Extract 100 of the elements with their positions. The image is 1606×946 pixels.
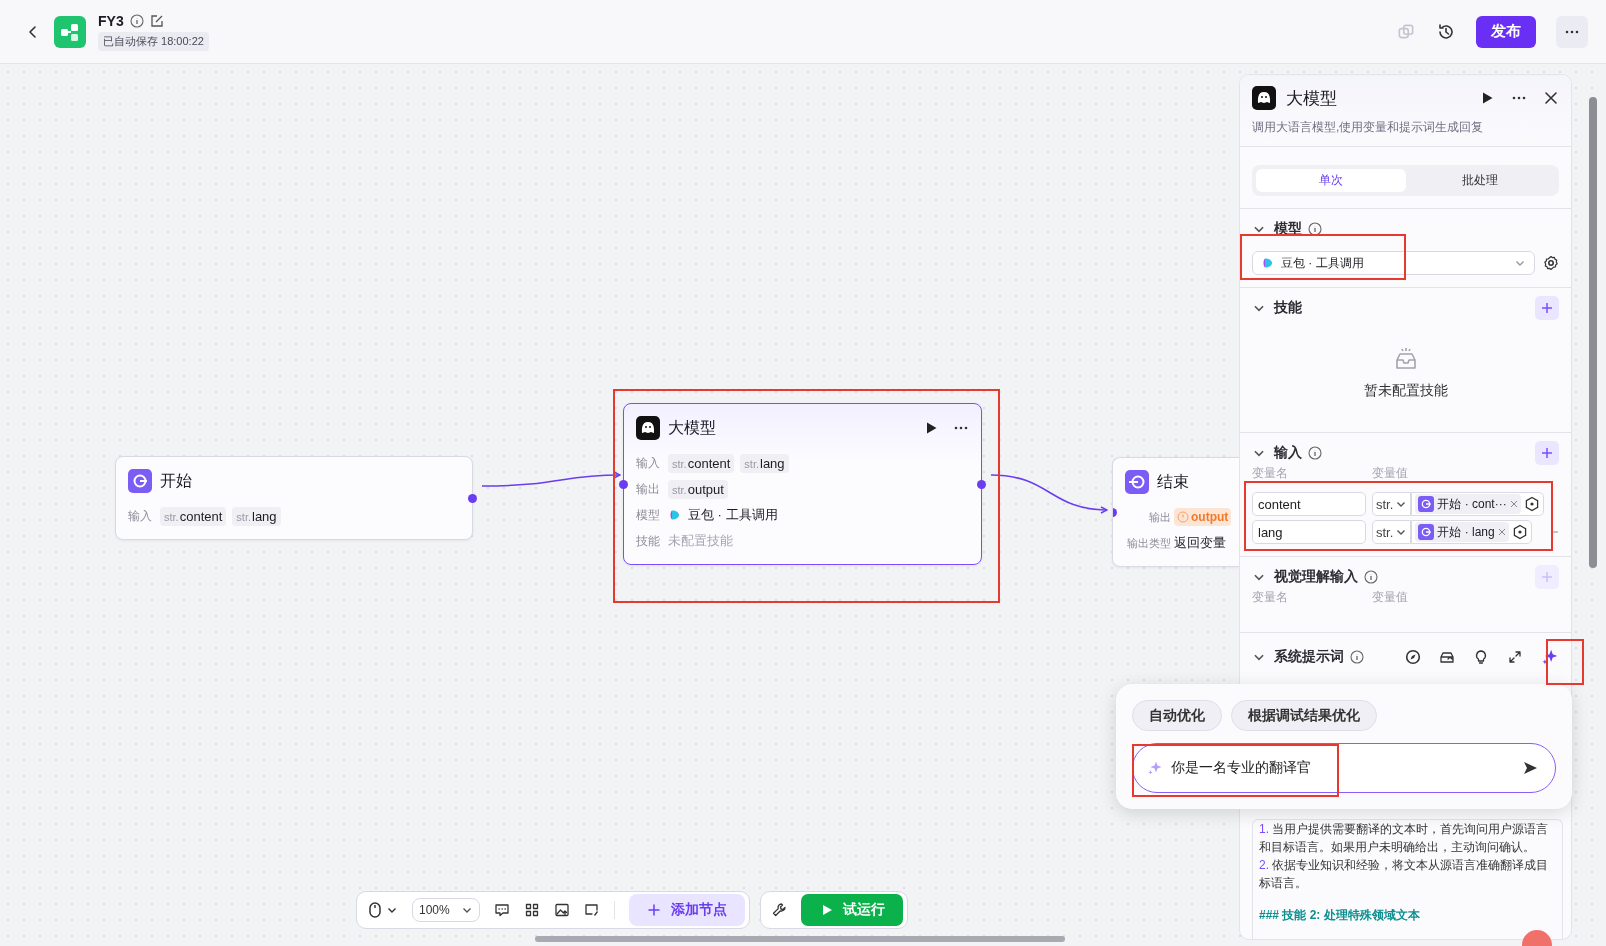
add-button[interactable] xyxy=(1535,296,1559,320)
compass-icon[interactable] xyxy=(1405,649,1421,665)
name-field[interactable]: content xyxy=(1252,492,1366,516)
prompt-heading: ### 技能 2: 处理特殊领域文本 xyxy=(1259,907,1421,924)
prompt-field[interactable]: 你是一名专业的翻译官 xyxy=(1132,743,1556,793)
field-value: 返回变量 xyxy=(1174,534,1226,552)
ghost-icon xyxy=(636,416,660,440)
plus-icon xyxy=(1540,301,1554,315)
section-title: 系统提示词 xyxy=(1274,648,1344,666)
plus-icon xyxy=(1540,570,1554,584)
variable-tag: str.output xyxy=(668,479,728,499)
scrollbar[interactable] xyxy=(1589,97,1597,568)
field-label: 输出类型 xyxy=(1126,535,1171,551)
end-node-icon xyxy=(1125,470,1149,494)
library-icon[interactable] xyxy=(1439,649,1455,665)
settings-icon[interactable] xyxy=(1543,255,1559,271)
field-label: 输入 xyxy=(128,507,153,525)
image-icon[interactable] xyxy=(554,902,570,918)
model-logo-icon xyxy=(668,508,682,522)
field-label: 输出 xyxy=(1148,509,1171,525)
app-logo-icon xyxy=(54,15,86,48)
plus-icon xyxy=(1540,446,1554,460)
model-select[interactable]: 豆包 · 工具调用 xyxy=(1252,251,1535,275)
add-node-button[interactable]: 添加节点 xyxy=(629,894,745,926)
info-icon[interactable] xyxy=(129,13,144,28)
more-icon xyxy=(1564,29,1580,34)
section-title: 技能 xyxy=(1274,299,1302,317)
zoom-select[interactable]: 100% xyxy=(412,898,480,922)
model-name: 豆包 · 工具调用 xyxy=(688,506,778,524)
warning-tag: output xyxy=(1174,508,1232,526)
close-icon[interactable] xyxy=(1543,90,1559,106)
input-port[interactable] xyxy=(619,480,628,489)
suggestion-chip[interactable]: 自动优化 xyxy=(1132,700,1222,731)
add-button[interactable] xyxy=(1535,441,1559,465)
node-title: 开始 xyxy=(160,470,193,491)
grid-icon[interactable] xyxy=(524,902,540,918)
name-field[interactable]: lang xyxy=(1252,520,1366,544)
autosave-status: 已自动保存 18:00:22 xyxy=(98,31,209,51)
mode-tab[interactable]: 批处理 xyxy=(1405,169,1555,192)
edit-icon[interactable] xyxy=(149,13,164,28)
plus-icon xyxy=(647,903,661,917)
remove-icon[interactable] xyxy=(1497,528,1506,536)
field-label: 输出 xyxy=(636,480,661,498)
prompt-input[interactable]: 你是一名专业的翻译官 xyxy=(1169,759,1513,777)
info-icon[interactable] xyxy=(1364,570,1378,584)
column-header: 变量名 xyxy=(1252,465,1289,482)
expand-icon[interactable] xyxy=(1507,649,1523,665)
column-header: 变量名 xyxy=(1252,589,1289,606)
play-icon xyxy=(821,904,833,916)
output-port[interactable] xyxy=(977,480,986,489)
history-icon[interactable] xyxy=(1436,21,1456,42)
column-header: 变量值 xyxy=(1372,589,1408,606)
variable-reference[interactable]: 开始 · lang xyxy=(1415,522,1509,542)
variable-tag: str.lang xyxy=(232,506,281,526)
field-value: 未配置技能 xyxy=(668,532,733,550)
output-port[interactable] xyxy=(468,494,477,503)
start-node-icon xyxy=(128,469,152,493)
variable-reference[interactable]: 开始 · cont··· xyxy=(1415,494,1521,514)
variable-picker-icon[interactable] xyxy=(1523,496,1540,512)
prompt-line: 2. 依据专业知识和经验，将文本从源语言准确翻译成目标语言。 xyxy=(1259,857,1549,892)
type-select[interactable]: str. xyxy=(1372,492,1412,516)
start-node-icon xyxy=(1418,496,1435,512)
field-label: 模型 xyxy=(636,506,661,524)
variable-picker-icon[interactable] xyxy=(1511,524,1528,540)
panel-title: 大模型 xyxy=(1286,87,1338,110)
empty-message: 暂未配置技能 xyxy=(1363,382,1448,400)
variable-tag: str.lang xyxy=(740,453,789,473)
prompt-line: 1. 当用户提供需要翻译的文本时，首先询问用户源语言和目标语言。如果用户未明确给出，主动询问确认。 xyxy=(1259,821,1549,856)
start-node-icon xyxy=(1418,524,1435,540)
info-icon[interactable] xyxy=(1350,650,1364,664)
section-title: 视觉理解输入 xyxy=(1274,568,1358,586)
sparkle-icon[interactable] xyxy=(1541,648,1559,666)
mode-tab[interactable]: 单次 xyxy=(1256,169,1406,192)
annotation-frame xyxy=(1546,639,1584,685)
type-select[interactable]: str. xyxy=(1372,520,1412,544)
remove-icon[interactable] xyxy=(1509,500,1518,508)
comment-icon[interactable] xyxy=(494,902,510,918)
suggestion-chip[interactable]: 根据调试结果优化 xyxy=(1231,700,1377,731)
value-field[interactable]: 开始 · lang xyxy=(1411,520,1532,544)
wrench-icon[interactable] xyxy=(771,902,787,918)
value-field[interactable]: 开始 · cont··· xyxy=(1411,492,1544,516)
variable-tag: str.content xyxy=(668,453,735,473)
bulb-icon[interactable] xyxy=(1473,649,1489,665)
info-icon[interactable] xyxy=(1308,446,1322,460)
field-label: 输入 xyxy=(636,454,661,472)
screen-icon[interactable] xyxy=(584,902,600,918)
variable-tag: str.content xyxy=(160,506,227,526)
ghost-icon xyxy=(1252,86,1276,110)
column-header: 变量值 xyxy=(1372,465,1408,482)
panel-description: 调用大语言模型,使用变量和提示词生成回复 xyxy=(1252,119,1485,136)
info-icon[interactable] xyxy=(1308,222,1322,236)
node-card[interactable]: 结束 输出 output 输出类型 返回变量 xyxy=(1112,457,1239,567)
scrollbar[interactable] xyxy=(535,936,1065,942)
app-title: FY3 xyxy=(98,12,124,29)
send-icon xyxy=(1522,760,1538,776)
pointer-mode-button[interactable] xyxy=(367,901,398,919)
warning-icon xyxy=(1177,511,1189,523)
sparkle-icon xyxy=(1147,760,1163,776)
publish-button[interactable]: 发布 xyxy=(1476,15,1536,48)
field-label: 技能 xyxy=(636,532,661,550)
